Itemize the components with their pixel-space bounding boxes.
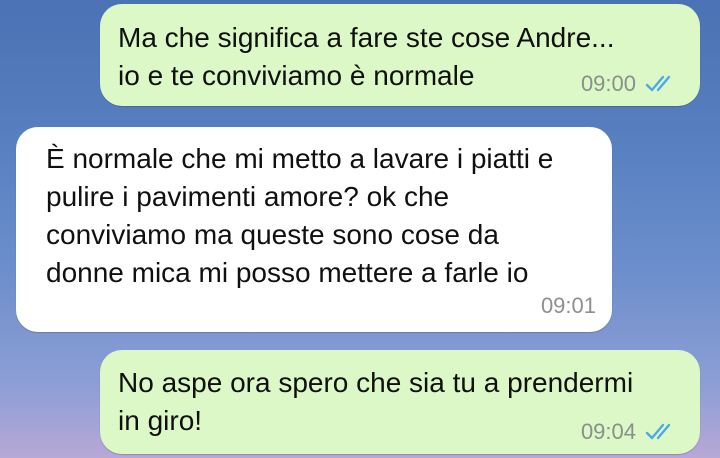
message-text-line: Ma che significa a fare ste cose Andre..… bbox=[118, 22, 615, 53]
message-meta: 09:04 bbox=[581, 420, 678, 444]
outgoing-message-bubble[interactable]: Ma che significa a fare ste cose Andre..… bbox=[100, 4, 700, 106]
double-check-read-icon bbox=[644, 73, 678, 95]
message-text-line: donne mica mi posso mettere a farle io bbox=[46, 257, 529, 288]
message-text-line: È normale che mi metto a lavare i piatti… bbox=[46, 143, 554, 174]
message-meta: 09:01 bbox=[541, 294, 596, 318]
message-text-line: pulire i pavimenti amore? ok che bbox=[46, 181, 450, 212]
incoming-message-bubble[interactable]: È normale che mi metto a lavare i piatti… bbox=[16, 127, 612, 332]
message-timestamp: 09:04 bbox=[580, 419, 636, 444]
message-text-line: conviviamo ma queste sono cose da bbox=[46, 219, 499, 250]
double-check-read-icon bbox=[644, 421, 678, 443]
message-text-line: No aspe ora spero che sia tu a prendermi bbox=[118, 367, 634, 398]
outgoing-message-bubble[interactable]: No aspe ora spero che sia tu a prendermi… bbox=[100, 350, 700, 454]
message-meta: 09:00 bbox=[581, 72, 678, 96]
message-timestamp: 09:01 bbox=[540, 293, 596, 318]
message-timestamp: 09:00 bbox=[580, 71, 636, 96]
